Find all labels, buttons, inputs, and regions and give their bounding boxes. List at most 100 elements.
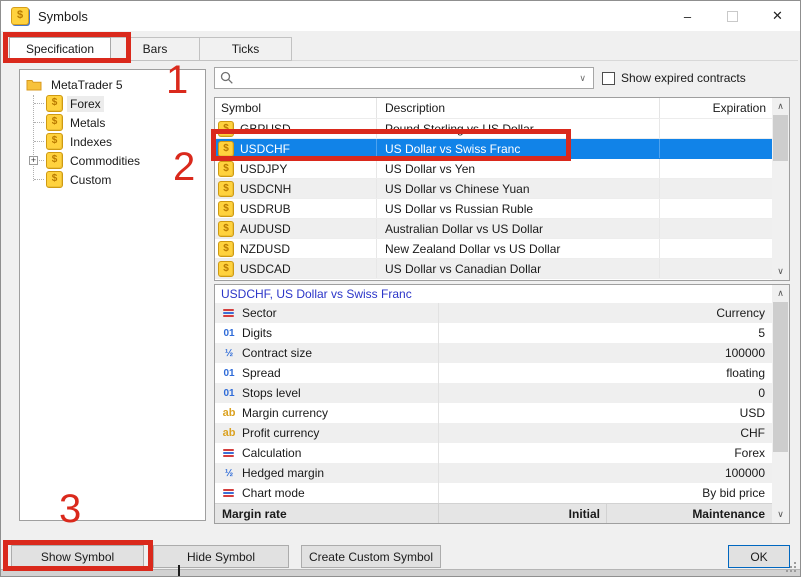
table-scrollbar[interactable]: ∧ ∨: [772, 98, 789, 280]
tree-item-label: Metals: [67, 115, 108, 131]
close-button[interactable]: ✕: [755, 1, 800, 31]
symbol-expiration: [660, 219, 772, 238]
checkbox[interactable]: [602, 72, 615, 85]
digits-icon: 01: [220, 388, 238, 399]
symbol-expiration: [660, 119, 772, 138]
expand-plus-icon[interactable]: +: [29, 156, 38, 165]
dropdown-chevron-icon[interactable]: ∨: [579, 73, 586, 84]
spec-label: Stops level: [242, 386, 301, 400]
table-row[interactable]: $USDJPY US Dollar vs Yen: [215, 159, 772, 179]
spec-row-margin-currency[interactable]: abMargin currency USD: [215, 403, 789, 423]
specification-panel: USDCHF, US Dollar vs Swiss Franc Sector …: [214, 284, 790, 524]
spec-value: By bid price: [439, 486, 772, 500]
spec-value: Currency: [439, 306, 772, 320]
resize-grip[interactable]: [785, 562, 797, 574]
search-input[interactable]: [234, 68, 579, 88]
spec-value: CHF: [439, 426, 772, 440]
show-symbol-button[interactable]: Show Symbol: [11, 545, 144, 568]
window-bottom-edge: [1, 569, 800, 577]
dollar-coin-icon: $: [46, 152, 63, 169]
spec-row-contract-size[interactable]: ½Contract size 100000: [215, 343, 789, 363]
sidebar-item-commodities[interactable]: + $ Commodities: [20, 151, 205, 170]
window-title: Symbols: [38, 9, 88, 24]
spec-row-profit-currency[interactable]: abProfit currency CHF: [215, 423, 789, 443]
tree-item-label: Forex: [67, 96, 104, 112]
app-dollar-icon: $: [11, 7, 29, 25]
table-row[interactable]: $USDCNH US Dollar vs Chinese Yuan: [215, 179, 772, 199]
scroll-down-icon[interactable]: ∨: [772, 506, 789, 523]
symbol-expiration: [660, 259, 772, 278]
symbol-name: USDJPY: [240, 162, 287, 176]
search-box: ∨: [214, 67, 594, 89]
table-row[interactable]: $USDRUB US Dollar vs Russian Ruble: [215, 199, 772, 219]
symbol-description: New Zealand Dollar vs US Dollar: [377, 239, 660, 258]
symbol-name: USDCAD: [240, 262, 291, 276]
spec-panel-title: USDCHF, US Dollar vs Swiss Franc: [215, 285, 789, 303]
tab-ticks[interactable]: Ticks: [199, 37, 292, 61]
table-row[interactable]: $GBPUSD Pound Sterling vs US Dollar: [215, 119, 772, 139]
scroll-up-icon[interactable]: ∧: [772, 98, 789, 115]
spec-scrollbar[interactable]: ∧ ∨: [772, 285, 789, 523]
sidebar-item-metals[interactable]: $ Metals: [20, 113, 205, 132]
column-header-expiration[interactable]: Expiration: [660, 98, 772, 118]
column-header-symbol[interactable]: Symbol: [215, 98, 377, 118]
tree-root-metatrader5[interactable]: MetaTrader 5: [20, 75, 205, 94]
search-icon: [220, 71, 234, 85]
letters-icon: ab: [220, 427, 238, 439]
sidebar-item-forex[interactable]: $ Forex: [20, 94, 205, 113]
symbol-description: US Dollar vs Chinese Yuan: [377, 179, 660, 198]
fraction-icon: ½: [220, 348, 238, 359]
spec-row-hedged-margin[interactable]: ½Hedged margin 100000: [215, 463, 789, 483]
spec-value: 100000: [439, 346, 772, 360]
folder-icon: [26, 78, 42, 91]
minimize-icon: –: [684, 9, 691, 24]
maximize-button[interactable]: [710, 1, 755, 31]
symbol-name: NZDUSD: [240, 242, 290, 256]
minimize-button[interactable]: –: [665, 1, 710, 31]
stray-mark-line: [178, 565, 180, 577]
scrollbar-thumb[interactable]: [773, 302, 788, 452]
scroll-up-icon[interactable]: ∧: [772, 285, 789, 302]
spec-row-digits[interactable]: 01Digits 5: [215, 323, 789, 343]
sidebar-item-indexes[interactable]: $ Indexes: [20, 132, 205, 151]
symbols-dialog: $ Symbols – ✕ Specification Bars Ticks M…: [0, 0, 801, 577]
spec-row-sector[interactable]: Sector Currency: [215, 303, 789, 323]
ok-button[interactable]: OK: [728, 545, 790, 568]
list-icon: [223, 489, 234, 497]
tab-specification[interactable]: Specification: [9, 37, 111, 61]
spec-label: Digits: [242, 326, 272, 340]
symbol-name: AUDUSD: [240, 222, 291, 236]
symbol-expiration: [660, 239, 772, 258]
spec-label: Sector: [242, 306, 277, 320]
spec-row-calculation[interactable]: Calculation Forex: [215, 443, 789, 463]
show-expired-contracts[interactable]: Show expired contracts: [602, 71, 746, 85]
table-row[interactable]: $AUDUSD Australian Dollar vs US Dollar: [215, 219, 772, 239]
dollar-coin-icon: $: [218, 261, 234, 277]
spec-row-spread[interactable]: 01Spread floating: [215, 363, 789, 383]
table-row[interactable]: $ USDCAD US Dollar vs Canadian Dollar: [215, 259, 772, 279]
titlebar[interactable]: $ Symbols – ✕: [1, 1, 800, 31]
table-header: Symbol Description Expiration: [215, 98, 772, 119]
scrollbar-thumb[interactable]: [773, 115, 788, 161]
table-row[interactable]: $NZDUSD New Zealand Dollar vs US Dollar: [215, 239, 772, 259]
spec-value: 0: [439, 386, 772, 400]
create-custom-symbol-button[interactable]: Create Custom Symbol: [301, 545, 441, 568]
dollar-coin-icon: $: [46, 114, 63, 131]
scroll-down-icon[interactable]: ∨: [772, 263, 789, 280]
dollar-coin-icon: $: [218, 221, 234, 237]
spec-row-stops-level[interactable]: 01 Stops level 0: [215, 383, 789, 403]
table-row-selected[interactable]: $USDCHF US Dollar vs Swiss Franc: [215, 139, 772, 159]
sidebar-item-custom[interactable]: $ Custom: [20, 170, 205, 189]
spec-row-chart-mode[interactable]: Chart mode By bid price: [215, 483, 789, 503]
spec-label: Spread: [242, 366, 281, 380]
symbol-description: Pound Sterling vs US Dollar: [377, 119, 660, 138]
tab-bars[interactable]: Bars: [110, 37, 200, 61]
hide-symbol-button[interactable]: Hide Symbol: [153, 545, 289, 568]
dollar-coin-icon: $: [46, 95, 63, 112]
spec-value: 100000: [439, 466, 772, 480]
spec-label: Hedged margin: [242, 466, 324, 480]
symbol-description: US Dollar vs Canadian Dollar: [377, 259, 660, 278]
tabstrip: Specification Bars Ticks: [9, 37, 292, 61]
list-icon: [223, 309, 234, 317]
column-header-description[interactable]: Description: [377, 98, 660, 118]
